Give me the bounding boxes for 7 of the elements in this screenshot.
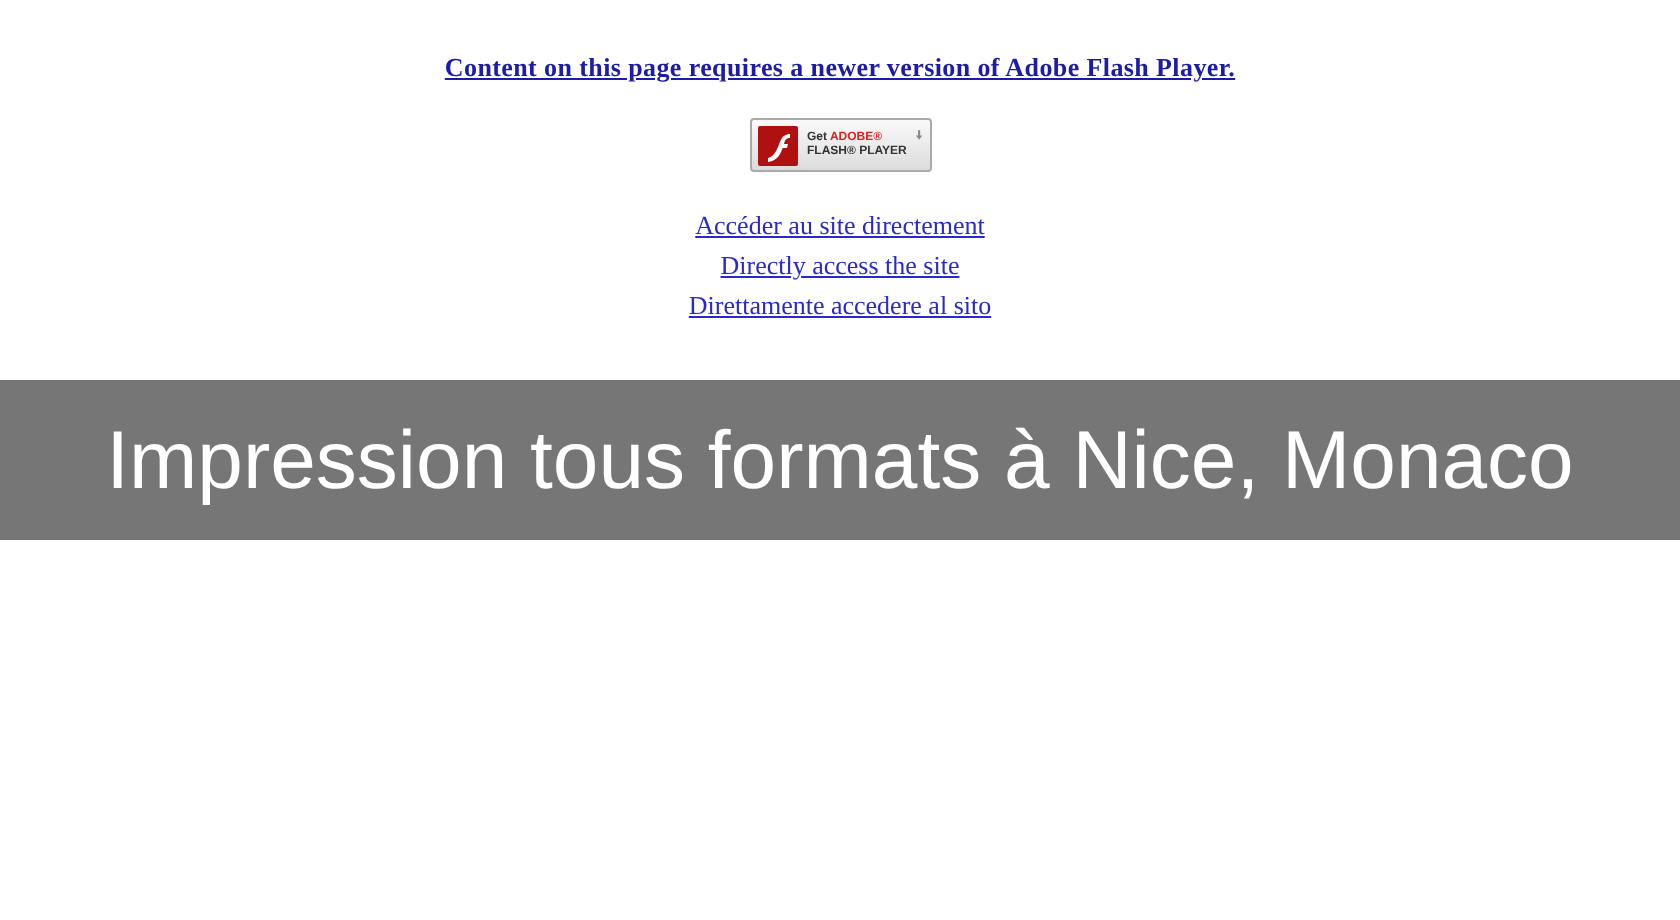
flash-logo-icon [757,125,797,165]
site-link[interactable]: Direttamente accedere al sito [688,288,992,322]
site-link[interactable]: Directly access the site [720,248,960,282]
flash-required-link[interactable]: Content on this page requires a newer version of Adobe Flash Player. [444,52,1236,84]
banner-title: Impression tous formats à Nice, Monaco [106,413,1574,507]
site-link[interactable]: Accéder au site directement [695,208,985,242]
download-arrow-icon [916,126,923,144]
